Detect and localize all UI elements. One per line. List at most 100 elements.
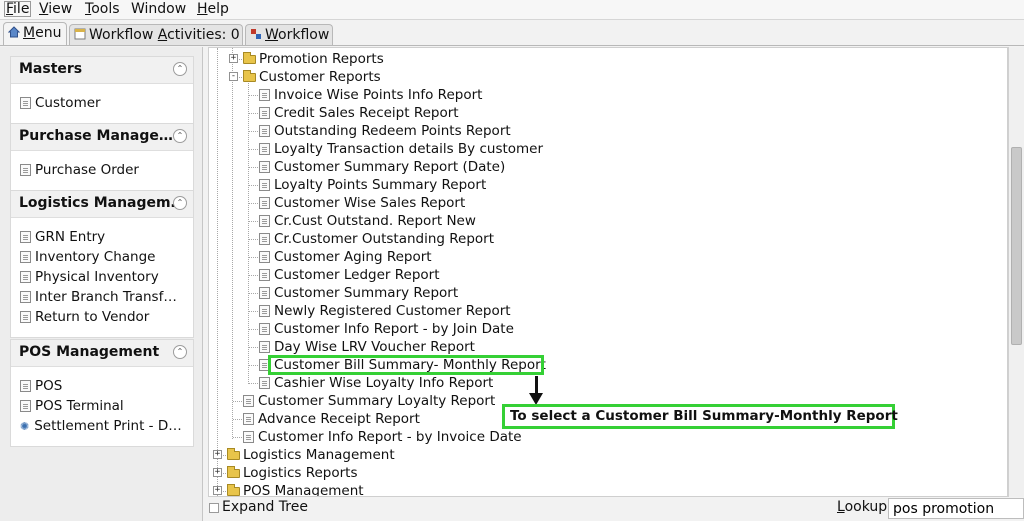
highlight-box bbox=[268, 355, 544, 375]
sidebar-item-label: Customer bbox=[35, 95, 101, 111]
menu-access-key: F bbox=[6, 1, 14, 17]
scrollbar-thumb[interactable] bbox=[1011, 147, 1022, 345]
sidebar-item-pos[interactable]: POS bbox=[11, 376, 193, 396]
sidebar-item-pos-terminal[interactable]: POS Terminal bbox=[11, 396, 193, 416]
tree-item[interactable]: Customer Ledger Report bbox=[259, 266, 440, 284]
menu-help[interactable]: Help bbox=[197, 1, 229, 17]
tree-item[interactable]: Cr.Cust Outstand. Report New bbox=[259, 212, 476, 230]
tree-item[interactable]: Customer Summary Report bbox=[259, 284, 458, 302]
tree-folder[interactable]: Logistics Management bbox=[227, 446, 395, 464]
tree-item-label: Promotion Reports bbox=[259, 51, 384, 67]
tree-item-label: Customer Ledger Report bbox=[274, 267, 440, 283]
tree-item-label: Loyalty Points Summary Report bbox=[274, 177, 487, 193]
document-icon bbox=[259, 161, 270, 173]
folder-icon bbox=[243, 70, 256, 82]
section-header[interactable]: Masters ⌃ bbox=[11, 57, 193, 84]
document-icon bbox=[20, 271, 31, 283]
tree-item[interactable]: Cr.Customer Outstanding Report bbox=[259, 230, 494, 248]
tree-folder[interactable]: POS Management bbox=[227, 482, 364, 496]
tree-folder[interactable]: Customer Reports bbox=[243, 68, 381, 86]
expand-icon[interactable]: + bbox=[213, 486, 222, 495]
section-header[interactable]: POS Management ⌃ bbox=[11, 340, 193, 367]
expand-tree-label: Expand Tree bbox=[222, 499, 308, 515]
section-header[interactable]: Logistics Managem… ⌃ bbox=[11, 191, 193, 218]
tree-item-label: Customer Info Report - by Invoice Date bbox=[258, 429, 522, 445]
menu-tools[interactable]: Tools bbox=[85, 1, 120, 17]
document-icon bbox=[259, 305, 270, 317]
tree-item[interactable]: Loyalty Points Summary Report bbox=[259, 176, 486, 194]
tab-workflow[interactable]: Workflow bbox=[245, 24, 333, 46]
tree-item[interactable]: Customer Info Report - by Invoice Date bbox=[243, 428, 522, 446]
tab-access-key: M bbox=[23, 25, 36, 41]
sidebar-section-pos-management: POS Management ⌃ POS POS Terminal ✺ Settlemen… bbox=[10, 339, 194, 447]
bottom-bar: Expand Tree Lookup bbox=[208, 498, 1024, 521]
section-title: Logistics Managem… bbox=[19, 195, 185, 211]
tab-menu[interactable]: Menu bbox=[3, 22, 67, 46]
expand-icon[interactable]: + bbox=[213, 450, 222, 459]
folder-icon bbox=[227, 448, 240, 460]
sidebar-item-inventory-change[interactable]: Inventory Change bbox=[11, 247, 193, 267]
folder-icon bbox=[243, 52, 256, 64]
menu-label: iew bbox=[48, 1, 73, 17]
tree-item-label: Newly Registered Customer Report bbox=[274, 303, 511, 319]
collapse-icon[interactable]: ⌃ bbox=[173, 196, 187, 210]
tree-folder[interactable]: Promotion Reports bbox=[243, 50, 384, 68]
collapse-icon[interactable]: ⌃ bbox=[173, 129, 187, 143]
tree-item[interactable]: Customer Info Report - by Join Date bbox=[259, 320, 514, 338]
document-icon bbox=[259, 179, 270, 191]
sidebar-item-settlement-print-d[interactable]: ✺ Settlement Print - D… bbox=[11, 416, 193, 436]
document-icon bbox=[259, 269, 270, 281]
tab-workflow-activities-0[interactable]: Workflow Activities: 0 bbox=[69, 24, 243, 46]
sidebar-section-masters: Masters ⌃ Customer bbox=[10, 56, 194, 124]
sidebar-item-customer[interactable]: Customer bbox=[11, 93, 193, 113]
expand-icon[interactable]: + bbox=[229, 54, 238, 63]
section-title: Purchase Manage… bbox=[19, 128, 173, 144]
collapse-icon[interactable]: ⌃ bbox=[173, 62, 187, 76]
tree-item[interactable]: Day Wise LRV Voucher Report bbox=[259, 338, 475, 356]
tree-item[interactable]: Advance Receipt Report bbox=[243, 410, 420, 428]
document-icon bbox=[259, 323, 270, 335]
menu-view[interactable]: View bbox=[39, 1, 72, 17]
tree-item[interactable]: Customer Summary Report (Date) bbox=[259, 158, 505, 176]
document-icon bbox=[20, 251, 31, 263]
folder-icon bbox=[227, 466, 240, 478]
document-icon bbox=[20, 231, 31, 243]
sidebar-item-label: Purchase Order bbox=[35, 162, 139, 178]
expand-tree-checkbox[interactable] bbox=[209, 503, 219, 513]
section-title: Masters bbox=[19, 61, 83, 77]
tree-item-label: Customer Aging Report bbox=[274, 249, 432, 265]
sidebar-item-purchase-order[interactable]: Purchase Order bbox=[11, 160, 193, 180]
sidebar-item-label: Inventory Change bbox=[35, 249, 156, 265]
sidebar: Masters ⌃ Customer Purchase Manage… ⌃ Purchas… bbox=[0, 47, 203, 521]
lookup-input[interactable] bbox=[888, 498, 1024, 519]
tree-item[interactable]: Customer Aging Report bbox=[259, 248, 432, 266]
tree-item[interactable]: Customer Summary Loyalty Report bbox=[243, 392, 495, 410]
sidebar-item-return-to-vendor[interactable]: Return to Vendor bbox=[11, 307, 193, 327]
section-header[interactable]: Purchase Manage… ⌃ bbox=[11, 124, 193, 151]
lookup-access-key: L bbox=[837, 499, 845, 515]
tab-divider bbox=[0, 45, 1024, 46]
collapse-tree-icon[interactable]: - bbox=[229, 72, 238, 81]
tree-item[interactable]: Loyalty Transaction details By customer bbox=[259, 140, 543, 158]
sidebar-item-inter-branch-transf[interactable]: Inter Branch Transf… bbox=[11, 287, 193, 307]
document-icon bbox=[259, 143, 270, 155]
calendar-icon bbox=[74, 28, 86, 40]
tree-item-label: Customer Summary Report bbox=[274, 285, 459, 301]
sidebar-item-physical-inventory[interactable]: Physical Inventory bbox=[11, 267, 193, 287]
collapse-icon[interactable]: ⌃ bbox=[173, 345, 187, 359]
menu-window[interactable]: Window bbox=[131, 1, 186, 17]
sidebar-item-grn-entry[interactable]: GRN Entry bbox=[11, 227, 193, 247]
menu-file[interactable]: File bbox=[4, 1, 32, 17]
tree-item[interactable]: Credit Sales Receipt Report bbox=[259, 104, 459, 122]
tree-item[interactable]: Cashier Wise Loyalty Info Report bbox=[259, 374, 493, 392]
tree-folder[interactable]: Logistics Reports bbox=[227, 464, 357, 482]
tree-scrollbar[interactable] bbox=[1008, 47, 1024, 497]
sidebar-item-label: POS bbox=[35, 378, 63, 394]
tree-item[interactable]: Customer Wise Sales Report bbox=[259, 194, 465, 212]
expand-icon[interactable]: + bbox=[213, 468, 222, 477]
section-body: Customer bbox=[11, 84, 193, 123]
tree-item[interactable]: Invoice Wise Points Info Report bbox=[259, 86, 482, 104]
tree-item-label: Cr.Customer Outstanding Report bbox=[274, 231, 495, 247]
tree-item[interactable]: Newly Registered Customer Report bbox=[259, 302, 511, 320]
tree-item[interactable]: Outstanding Redeem Points Report bbox=[259, 122, 511, 140]
